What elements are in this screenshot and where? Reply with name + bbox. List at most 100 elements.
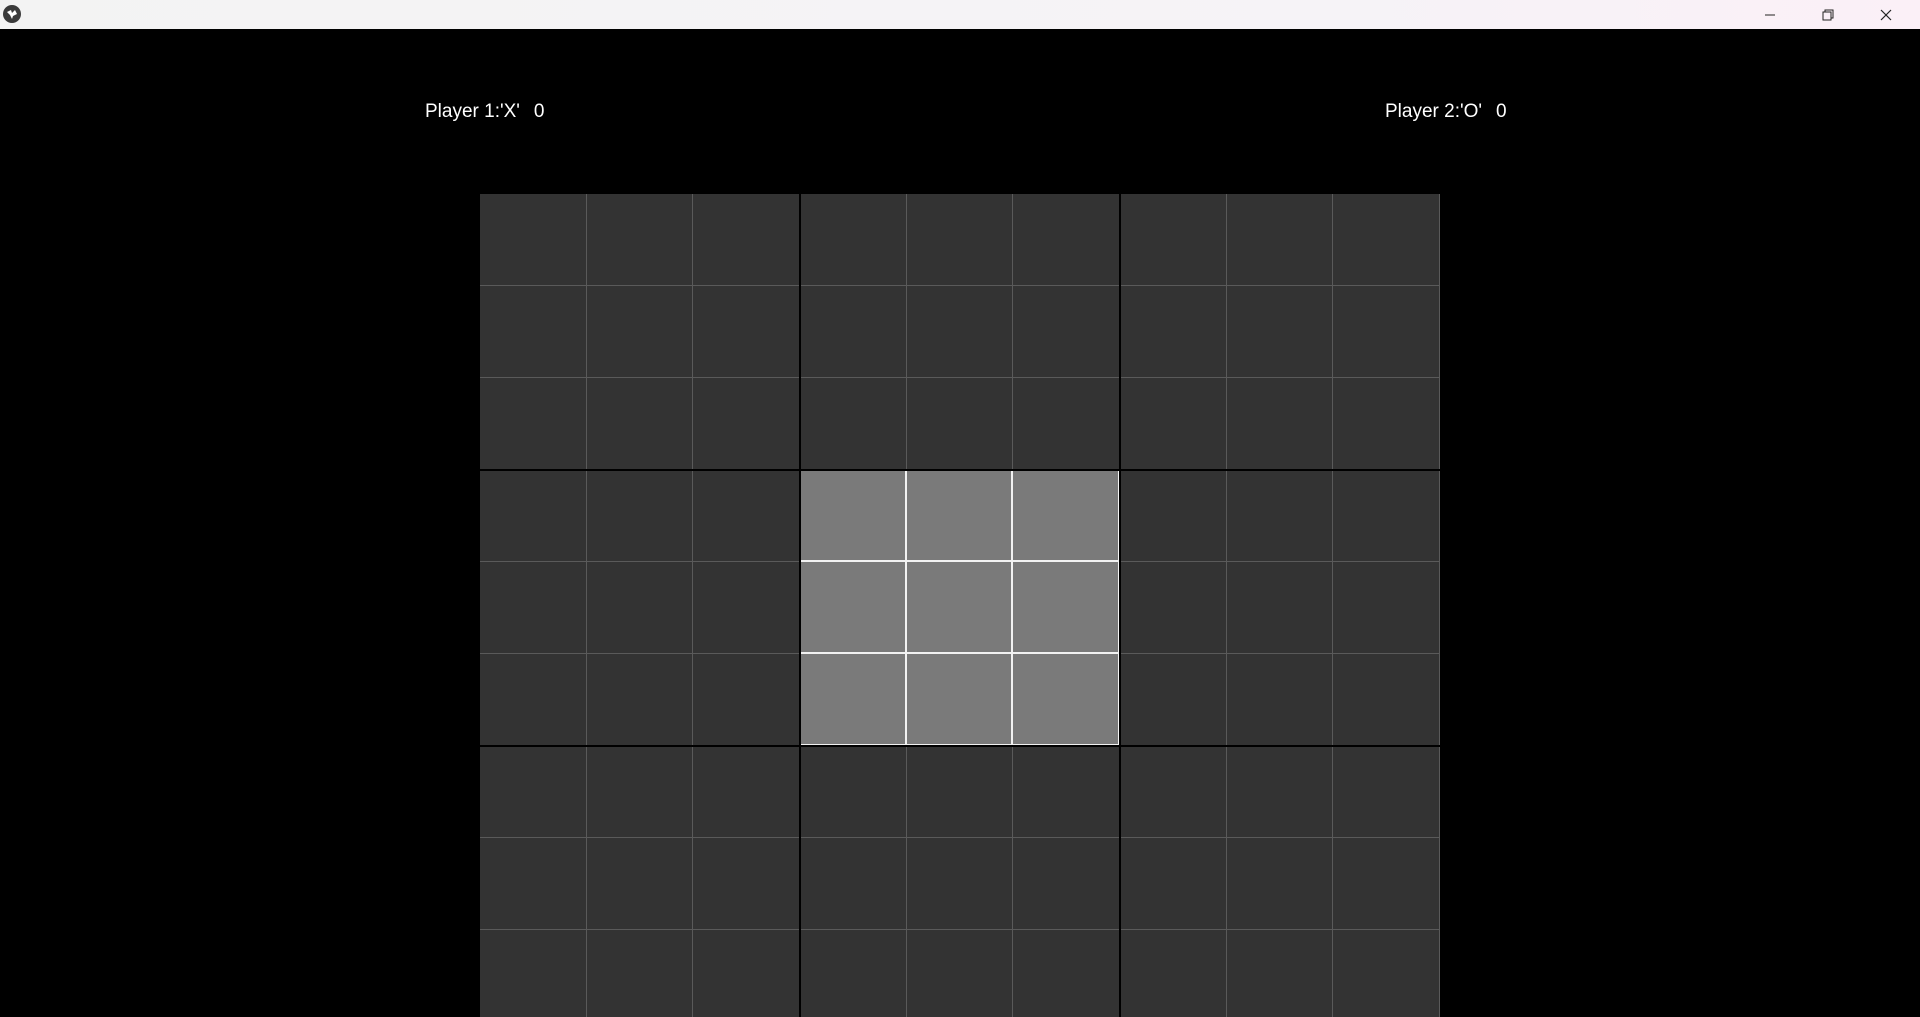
board-cell-r1-c3[interactable] <box>693 194 800 286</box>
board-cell-r6-c4[interactable] <box>800 654 907 746</box>
board-cell-r1-c1[interactable] <box>480 194 587 286</box>
game-board <box>480 194 1440 1017</box>
board-cell-r3-c5[interactable] <box>906 378 1014 470</box>
board-cell-r7-c3[interactable] <box>693 746 800 838</box>
board-cell-r5-c5[interactable] <box>906 562 1014 654</box>
board-cell-r4-c9[interactable] <box>1333 470 1440 562</box>
board-cell-r9-c7[interactable] <box>1120 930 1227 1017</box>
board-cell-r9-c6[interactable] <box>1013 930 1120 1017</box>
subgrid-divider-horizontal <box>480 469 1440 471</box>
board-cell-r5-c1[interactable] <box>480 562 587 654</box>
board-cell-r1-c4[interactable] <box>800 194 907 286</box>
board-cell-r8-c6[interactable] <box>1013 838 1120 930</box>
restore-button[interactable] <box>1799 0 1857 29</box>
board-cell-r6-c2[interactable] <box>586 654 694 746</box>
subgrid-divider-horizontal <box>480 745 1440 747</box>
board-cell-r2-c5[interactable] <box>906 286 1014 378</box>
board-cell-r8-c5[interactable] <box>906 838 1014 930</box>
board-cell-r7-c8[interactable] <box>1226 746 1334 838</box>
board-cell-r1-c8[interactable] <box>1226 194 1334 286</box>
board-cell-r2-c3[interactable] <box>693 286 800 378</box>
board-cell-r3-c4[interactable] <box>800 378 907 470</box>
board-cell-r8-c9[interactable] <box>1333 838 1440 930</box>
board-cell-r9-c2[interactable] <box>586 930 694 1017</box>
board-cell-r8-c1[interactable] <box>480 838 587 930</box>
board-cell-r1-c7[interactable] <box>1120 194 1227 286</box>
board-cell-r3-c6[interactable] <box>1013 378 1120 470</box>
board-cell-r4-c3[interactable] <box>693 470 800 562</box>
board-cell-r6-c6[interactable] <box>1013 654 1120 746</box>
board-cell-r8-c2[interactable] <box>586 838 694 930</box>
board-cell-r6-c5[interactable] <box>906 654 1014 746</box>
board-cell-r8-c8[interactable] <box>1226 838 1334 930</box>
board-cell-r7-c4[interactable] <box>800 746 907 838</box>
board-cell-r9-c1[interactable] <box>480 930 587 1017</box>
close-button[interactable] <box>1857 0 1915 29</box>
board-cell-r5-c3[interactable] <box>693 562 800 654</box>
board-cell-r3-c1[interactable] <box>480 378 587 470</box>
restore-icon <box>1822 9 1834 20</box>
board-cell-r9-c5[interactable] <box>906 930 1014 1017</box>
board-cell-r2-c6[interactable] <box>1013 286 1120 378</box>
board-cell-r2-c7[interactable] <box>1120 286 1227 378</box>
board-cell-r8-c4[interactable] <box>800 838 907 930</box>
board-cell-r1-c6[interactable] <box>1013 194 1120 286</box>
board-cell-r7-c5[interactable] <box>906 746 1014 838</box>
player1-label: Player 1:'X' <box>425 101 520 122</box>
board-cell-r2-c2[interactable] <box>586 286 694 378</box>
close-icon <box>1880 9 1892 20</box>
subgrid-divider-vertical <box>799 194 801 1017</box>
minimize-button[interactable] <box>1741 0 1799 29</box>
board-cell-r5-c6[interactable] <box>1013 562 1120 654</box>
board-cell-r3-c9[interactable] <box>1333 378 1440 470</box>
board-cell-r8-c7[interactable] <box>1120 838 1227 930</box>
board-cell-r5-c7[interactable] <box>1120 562 1227 654</box>
board-cell-r6-c1[interactable] <box>480 654 587 746</box>
board-cell-r6-c8[interactable] <box>1226 654 1334 746</box>
player2-score-value: 0 <box>1496 101 1507 122</box>
board-cell-r4-c4[interactable] <box>800 470 907 562</box>
board-cell-r7-c7[interactable] <box>1120 746 1227 838</box>
player1-score-value: 0 <box>533 101 545 122</box>
board-cell-r2-c9[interactable] <box>1333 286 1440 378</box>
board-cell-r3-c8[interactable] <box>1226 378 1334 470</box>
board-cell-r4-c6[interactable] <box>1013 470 1120 562</box>
board-cell-r7-c2[interactable] <box>586 746 694 838</box>
board-cell-r9-c4[interactable] <box>800 930 907 1017</box>
board-cell-r4-c1[interactable] <box>480 470 587 562</box>
minimize-icon <box>1765 14 1775 15</box>
board-cell-r1-c5[interactable] <box>906 194 1014 286</box>
kivy-logo-icon <box>3 5 21 23</box>
board-cell-r6-c3[interactable] <box>693 654 800 746</box>
board-cell-r3-c7[interactable] <box>1120 378 1227 470</box>
board-cell-r5-c9[interactable] <box>1333 562 1440 654</box>
board-cell-r2-c1[interactable] <box>480 286 587 378</box>
board-cell-r5-c4[interactable] <box>800 562 907 654</box>
player1-score: Player 1:'X' 0 <box>425 101 545 123</box>
board-cell-r9-c9[interactable] <box>1333 930 1440 1017</box>
board-cell-r4-c2[interactable] <box>586 470 694 562</box>
board-cell-r8-c3[interactable] <box>693 838 800 930</box>
board-cell-r2-c8[interactable] <box>1226 286 1334 378</box>
board-cell-r6-c9[interactable] <box>1333 654 1440 746</box>
player2-label: Player 2:'O' <box>1385 101 1483 122</box>
board-cell-r4-c8[interactable] <box>1226 470 1334 562</box>
board-cell-r4-c7[interactable] <box>1120 470 1227 562</box>
board-cell-r9-c3[interactable] <box>693 930 800 1017</box>
board-cell-r6-c7[interactable] <box>1120 654 1227 746</box>
board-cell-r1-c9[interactable] <box>1333 194 1440 286</box>
board-cell-r3-c2[interactable] <box>586 378 694 470</box>
board-cell-r7-c9[interactable] <box>1333 746 1440 838</box>
board-cell-r9-c8[interactable] <box>1226 930 1334 1017</box>
board-cell-r5-c8[interactable] <box>1226 562 1334 654</box>
board-cell-r7-c6[interactable] <box>1013 746 1120 838</box>
board-cell-r5-c2[interactable] <box>586 562 694 654</box>
board-cell-r7-c1[interactable] <box>480 746 587 838</box>
board-cell-r4-c5[interactable] <box>906 470 1014 562</box>
board-cell-r3-c3[interactable] <box>693 378 800 470</box>
player2-score: Player 2:'O' 0 <box>1385 101 1507 123</box>
window-titlebar <box>0 0 1920 29</box>
board-cell-r1-c2[interactable] <box>586 194 694 286</box>
board-cell-r2-c4[interactable] <box>800 286 907 378</box>
subgrid-divider-vertical <box>1119 194 1122 1017</box>
